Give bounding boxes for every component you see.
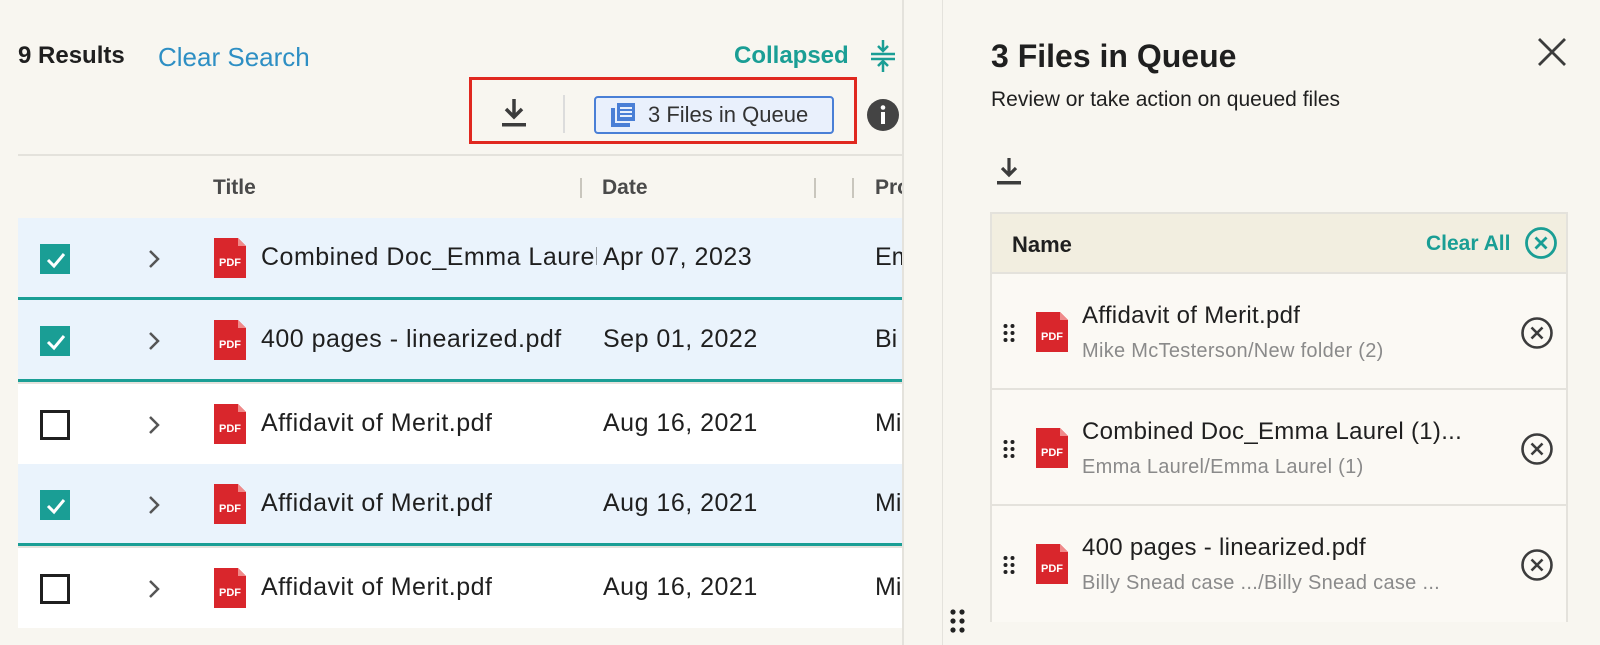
table-row[interactable]: PDF Combined Doc_Emma Laurel (1).pdf Apr… [18,218,902,300]
drag-handle-icon[interactable] [1002,322,1016,344]
column-resizer[interactable] [852,178,854,198]
pdf-file-icon: PDF [214,320,246,360]
results-count: 9 Results [18,42,125,69]
row-title[interactable]: 400 pages - linearized.pdf [261,325,597,354]
toolbar-divider [563,95,565,133]
row-provider: Mi [875,409,902,437]
pdf-file-icon: PDF [214,238,246,278]
clear-all-icon[interactable] [1524,226,1558,260]
checkmark-icon [46,499,66,515]
row-title[interactable]: Affidavit of Merit.pdf [261,409,597,438]
pdf-file-icon: PDF [1036,428,1068,468]
queue-table: Name Clear All PDF Affidavit of Merit.pd… [990,212,1568,622]
chevron-right-icon[interactable] [144,412,164,438]
svg-text:PDF: PDF [1041,331,1063,343]
row-checkbox[interactable] [40,326,70,356]
collapsed-toggle[interactable]: Collapsed [734,42,849,70]
row-checkbox[interactable] [40,574,70,604]
download-icon[interactable] [994,156,1024,188]
row-date: Aug 16, 2021 [603,489,758,517]
row-checkbox[interactable] [40,244,70,274]
pane-divider [902,0,904,645]
row-title[interactable]: Affidavit of Merit.pdf [261,573,597,602]
clear-all-button[interactable]: Clear All [1426,232,1510,256]
table-header: Title Date Pro [18,154,902,218]
row-provider: Em [875,243,902,271]
svg-text:PDF: PDF [1041,563,1063,575]
table-row[interactable]: PDF Affidavit of Merit.pdf Aug 16, 2021 … [18,464,902,546]
row-provider: Mi [875,573,902,601]
drag-handle-icon[interactable] [948,607,968,637]
drag-handle-icon[interactable] [1002,438,1016,460]
chevron-right-icon[interactable] [144,246,164,272]
files-in-queue-button[interactable]: 3 Files in Queue [594,96,834,134]
queue-table-header: Name Clear All [992,214,1566,274]
column-provider[interactable]: Pro [875,176,902,200]
pdf-file-icon: PDF [1036,312,1068,352]
queue-list-icon [611,103,635,127]
row-date: Aug 16, 2021 [603,573,758,601]
chevron-right-icon[interactable] [144,576,164,602]
queue-item[interactable]: PDF 400 pages - linearized.pdf Billy Sne… [992,506,1566,622]
row-date: Apr 07, 2023 [603,243,753,271]
row-checkbox[interactable] [40,410,70,440]
row-title[interactable]: Affidavit of Merit.pdf [261,489,597,518]
column-name: Name [1012,232,1072,257]
column-title[interactable]: Title [213,176,256,200]
queue-item[interactable]: PDF Combined Doc_Emma Laurel (1)... Emma… [992,390,1566,506]
column-resizer[interactable] [814,178,816,198]
pdf-file-icon: PDF [214,484,246,524]
chevron-right-icon[interactable] [144,328,164,354]
table-row[interactable]: PDF 400 pages - linearized.pdf Sep 01, 2… [18,300,902,382]
search-results-pane: 9 Results Clear Search Collapsed 3 Files… [0,0,902,645]
remove-icon[interactable] [1520,432,1554,466]
checkmark-icon [46,253,66,269]
row-title[interactable]: Combined Doc_Emma Laurel (1).pdf [261,243,597,272]
svg-text:PDF: PDF [219,257,241,269]
svg-text:PDF: PDF [219,587,241,599]
row-provider: Bi [875,325,898,353]
svg-text:PDF: PDF [219,339,241,351]
collapse-icon[interactable] [868,38,898,74]
pdf-file-icon: PDF [214,404,246,444]
column-resizer[interactable] [580,178,582,198]
queue-item-path: Mike McTesterson/New folder (2) [1082,340,1384,362]
queue-button-label: 3 Files in Queue [648,102,809,127]
table-row[interactable]: PDF Affidavit of Merit.pdf Aug 16, 2021 … [18,546,902,628]
svg-text:PDF: PDF [219,503,241,515]
remove-icon[interactable] [1520,316,1554,350]
download-icon[interactable] [498,96,530,130]
clear-search-link[interactable]: Clear Search [158,42,310,73]
pdf-file-icon: PDF [1036,544,1068,584]
svg-text:PDF: PDF [1041,447,1063,459]
panel-subtitle: Review or take action on queued files [991,88,1341,111]
table-row[interactable]: PDF Affidavit of Merit.pdf Aug 16, 2021 … [18,382,902,464]
column-date[interactable]: Date [602,176,648,200]
svg-text:PDF: PDF [219,423,241,435]
row-date: Sep 01, 2022 [603,325,758,353]
queue-item-name: Combined Doc_Emma Laurel (1)... [1082,418,1463,445]
queue-item-name: Affidavit of Merit.pdf [1082,302,1301,329]
queue-item-name: 400 pages - linearized.pdf [1082,534,1366,561]
pdf-file-icon: PDF [214,568,246,608]
checkmark-icon [46,335,66,351]
queue-item-path: Billy Snead case .../Billy Snead case ..… [1082,572,1441,594]
drag-handle-icon[interactable] [1002,554,1016,576]
results-table: Title Date Pro PDF Combined Doc_Emma Lau… [18,154,902,628]
row-date: Aug 16, 2021 [603,409,758,437]
row-checkbox[interactable] [40,490,70,520]
chevron-right-icon[interactable] [144,492,164,518]
row-provider: Mi [875,489,902,517]
remove-icon[interactable] [1520,548,1554,582]
panel-title: 3 Files in Queue [991,38,1237,74]
queue-item[interactable]: PDF Affidavit of Merit.pdf Mike McTester… [992,274,1566,390]
info-icon[interactable] [866,98,900,132]
queue-item-path: Emma Laurel/Emma Laurel (1) [1082,456,1364,478]
close-icon[interactable] [1536,36,1568,68]
